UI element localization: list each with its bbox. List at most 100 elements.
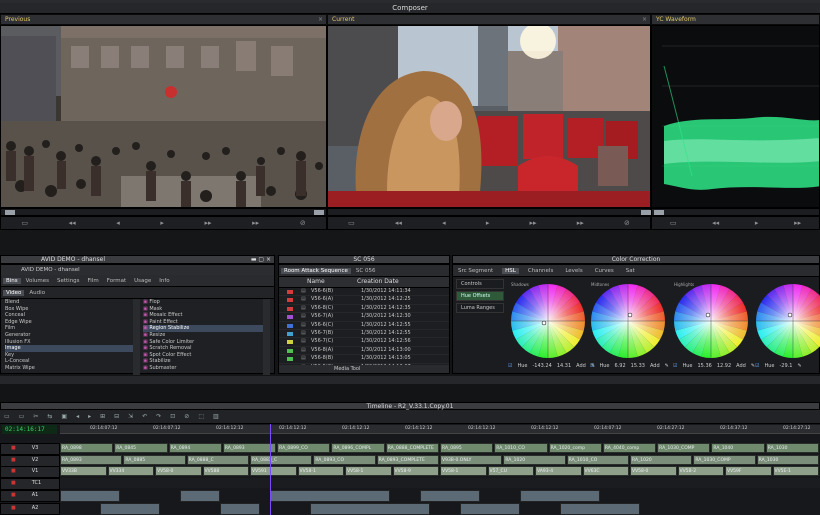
effect-item[interactable]: ▣ Mask: [143, 306, 263, 313]
track-lock-icon[interactable]: ■: [11, 457, 16, 463]
table-row[interactable]: ▤ V56-8(B) 1/30/2012 14:13:05: [279, 355, 449, 364]
track-header[interactable]: ■ TC1: [0, 478, 60, 490]
play-icon[interactable]: ▸: [486, 219, 490, 227]
color-wheel[interactable]: Midtones: [591, 282, 665, 358]
playhead[interactable]: [270, 424, 271, 515]
wheel-handle[interactable]: [627, 312, 633, 318]
color-wheel[interactable]: Highlights: [674, 282, 748, 358]
scrub-thumb-end[interactable]: [314, 210, 324, 215]
category-item[interactable]: Key: [5, 352, 133, 359]
timeline-clip[interactable]: RA_1030_COMP: [693, 455, 756, 465]
track-lock-icon[interactable]: ■: [11, 445, 16, 451]
clip-icon[interactable]: ▭: [348, 219, 355, 227]
effect-item[interactable]: ▣ Spot Color Effect: [143, 352, 263, 359]
bin-tab-volumes[interactable]: Volumes: [23, 278, 52, 284]
effect-item[interactable]: ▣ Mosaic Effect: [143, 312, 263, 319]
category-item[interactable]: Box Wipe: [5, 306, 133, 313]
cc-side-item[interactable]: Hue Offsets: [456, 291, 504, 301]
audio-clip[interactable]: [460, 503, 520, 515]
clip-icon[interactable]: ▭: [670, 219, 677, 227]
audio-clip[interactable]: [100, 503, 160, 515]
step-forward-icon[interactable]: ▸▸: [205, 219, 212, 227]
subtab-video[interactable]: Video: [3, 289, 25, 296]
timeline-clip[interactable]: RA_0888_COMPLETE: [385, 443, 439, 453]
timeline-clip[interactable]: RA_1020: [503, 455, 566, 465]
audio-clip[interactable]: [180, 490, 220, 502]
effect-item[interactable]: ▣ Safe Color Limiter: [143, 339, 263, 346]
timeline-clip[interactable]: VV58-1: [297, 466, 344, 476]
timeline-clip[interactable]: RA_0899_CO: [277, 443, 331, 453]
hue-value[interactable]: 6.92: [615, 363, 626, 369]
timeline-clip[interactable]: RA_0893_CO: [313, 455, 376, 465]
color-wheel[interactable]: [756, 284, 820, 358]
audio-clip[interactable]: [60, 490, 120, 502]
timeline-tool-icon[interactable]: ◂: [76, 410, 79, 424]
effect-item[interactable]: ▣ Paint Effect: [143, 319, 263, 326]
audio-clip[interactable]: [420, 490, 480, 502]
checkbox[interactable]: ☑: [755, 363, 759, 369]
timeline-tool-icon[interactable]: ✂: [33, 410, 38, 424]
timeline-clip[interactable]: VV58-1: [440, 466, 487, 476]
loop-icon[interactable]: ⊘: [300, 219, 306, 227]
color-wheel[interactable]: Shadows: [511, 282, 585, 358]
timeline-clip[interactable]: RA_0895: [440, 443, 494, 453]
timeline-tool-icon[interactable]: ⊘: [184, 410, 189, 424]
loop-icon[interactable]: ⊘: [624, 219, 630, 227]
sequence-tab[interactable]: Room Attack Sequence: [281, 267, 351, 274]
cc-tab[interactable]: HSL: [502, 267, 519, 274]
timeline-clip[interactable]: VV591: [250, 466, 297, 476]
timeline-clip[interactable]: V93B-0.ONLY: [440, 455, 503, 465]
timeline-clip[interactable]: RA_0893: [222, 443, 277, 453]
timeline-clip[interactable]: VV33B: [60, 466, 107, 476]
sequence-tab[interactable]: SC 056: [353, 268, 379, 274]
track-lock-icon[interactable]: ■: [11, 492, 16, 498]
table-row[interactable]: ▤ V56-7(C) 1/30/2012 14:12:56: [279, 338, 449, 347]
bin-tab-format[interactable]: Format: [104, 278, 129, 284]
cc-tab[interactable]: Sat: [623, 268, 638, 274]
timeline-clip[interactable]: RA_0893_COMPLETE: [376, 455, 439, 465]
cc-side-item[interactable]: Luma Ranges: [456, 303, 504, 313]
timeline-clip[interactable]: RA_1030: [765, 443, 819, 453]
category-item[interactable]: Generator: [5, 332, 133, 339]
timeline-clip[interactable]: VA93-4: [535, 466, 582, 476]
effect-item[interactable]: ▣ Resize: [143, 332, 263, 339]
mark-out-icon[interactable]: ▸▸: [577, 219, 584, 227]
timeline-tool-icon[interactable]: ▭: [4, 410, 10, 424]
track-header[interactable]: ■ V1: [0, 466, 60, 478]
hue-value[interactable]: -29.1: [780, 363, 793, 369]
play-icon[interactable]: ▸: [160, 219, 164, 227]
previous-viewer[interactable]: [0, 25, 327, 208]
step-forward-icon[interactable]: ▸▸: [530, 219, 537, 227]
hue-value[interactable]: -143.24: [533, 363, 552, 369]
scrub-thumb[interactable]: [5, 210, 15, 215]
effect-item[interactable]: ▣ Region Stabilize: [143, 325, 263, 332]
subtab-audio[interactable]: Audio: [26, 290, 48, 296]
timeline-clip[interactable]: VV58-0: [155, 466, 202, 476]
table-row[interactable]: ▤ V56-8(A) 1/30/2012 14:13:00: [279, 347, 449, 356]
window-controls-icon[interactable]: ▬ ▢ ×: [251, 256, 271, 264]
timeline-clip[interactable]: VV59F: [725, 466, 772, 476]
audio-clip[interactable]: [310, 503, 430, 515]
cc-tab[interactable]: Curves: [592, 268, 617, 274]
timeline-clip[interactable]: RA_0898: [60, 443, 114, 453]
timeline-clip[interactable]: RA_0888_C: [186, 455, 249, 465]
previous-scrub-bar[interactable]: [0, 208, 327, 216]
waveform-scrub-bar[interactable]: [651, 208, 820, 216]
mark-out-icon[interactable]: ▸▸: [252, 219, 259, 227]
timeline-clip[interactable]: VV5E-1: [772, 466, 819, 476]
table-row[interactable]: ▤ V56-6(C) 1/30/2012 14:12:55: [279, 322, 449, 330]
play-icon[interactable]: ▸: [755, 219, 759, 227]
saturation-value[interactable]: 14.31: [557, 363, 571, 369]
timeline-tool-icon[interactable]: ↷: [156, 410, 161, 424]
audio-clip[interactable]: [520, 490, 600, 502]
timeline-tool-icon[interactable]: ⬚: [198, 410, 204, 424]
cc-tab[interactable]: Src Segment: [455, 268, 496, 274]
timeline-tool-icon[interactable]: ▭: [19, 410, 25, 424]
checkbox[interactable]: ☑: [508, 363, 512, 369]
timeline-tool-icon[interactable]: ↶: [142, 410, 147, 424]
audio-clip[interactable]: [560, 503, 640, 515]
timeline-clip[interactable]: RA_0845: [114, 443, 168, 453]
timeline-clip[interactable]: RA_0885: [123, 455, 186, 465]
timeline-clip[interactable]: RA_0893: [60, 455, 123, 465]
step-back-icon[interactable]: ◂◂: [712, 219, 719, 227]
